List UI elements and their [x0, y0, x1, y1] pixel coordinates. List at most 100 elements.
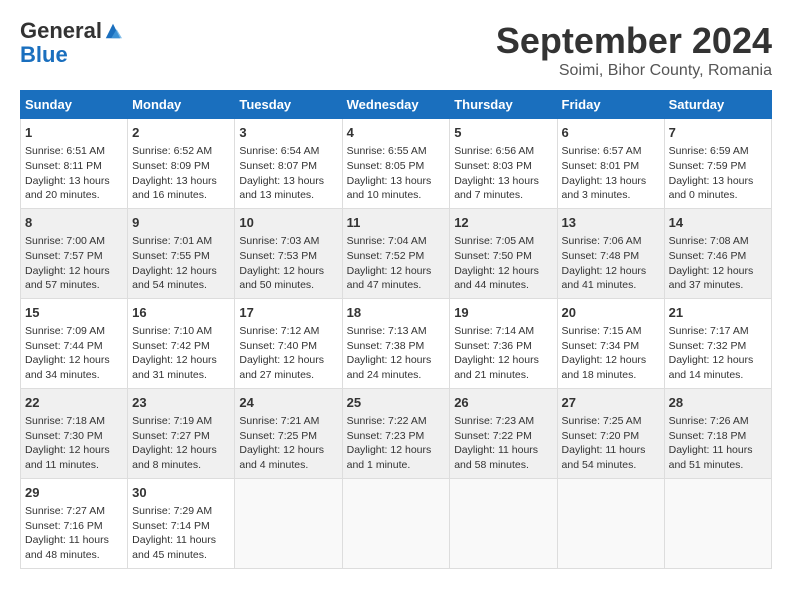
daylight-text: Daylight: 11 hours and 58 minutes.	[454, 444, 538, 471]
daylight-text: Daylight: 12 hours and 41 minutes.	[562, 265, 647, 292]
sunset-text: Sunset: 7:30 PM	[25, 430, 103, 442]
day-number: 13	[562, 214, 660, 232]
calendar-cell: 5Sunrise: 6:56 AMSunset: 8:03 PMDaylight…	[450, 119, 557, 209]
sunrise-text: Sunrise: 7:06 AM	[562, 235, 642, 247]
calendar-cell: 26 Sunrise: 7:23 AM Sunset: 7:22 PM Dayligh…	[450, 388, 557, 478]
calendar-cell	[557, 478, 664, 568]
daylight-text: Daylight: 12 hours and 54 minutes.	[132, 265, 217, 292]
calendar-cell: 22Sunrise: 7:18 AMSunset: 7:30 PMDayligh…	[21, 388, 128, 478]
calendar-cell: 20Sunrise: 7:15 AMSunset: 7:34 PMDayligh…	[557, 298, 664, 388]
calendar-cell: 8Sunrise: 7:00 AMSunset: 7:57 PMDaylight…	[21, 208, 128, 298]
day-number: 26	[454, 394, 552, 412]
day-number: 6	[562, 124, 660, 142]
calendar-cell	[664, 478, 771, 568]
day-number: 25	[347, 394, 446, 412]
sunrise-text: Sunrise: 7:23 AM	[454, 415, 534, 427]
daylight-text: Daylight: 13 hours and 20 minutes.	[25, 175, 110, 202]
sunrise-text: Sunrise: 6:57 AM	[562, 145, 642, 157]
calendar-cell	[235, 478, 342, 568]
calendar-cell: 15 Sunrise: 7:09 AM Sunset: 7:44 PM Dayligh…	[21, 298, 128, 388]
calendar-week-row: 22Sunrise: 7:18 AMSunset: 7:30 PMDayligh…	[21, 388, 772, 478]
sunset-text: Sunset: 7:22 PM	[454, 430, 532, 442]
sunset-text: Sunset: 7:16 PM	[25, 520, 103, 532]
calendar-cell: 11Sunrise: 7:04 AMSunset: 7:52 PMDayligh…	[342, 208, 450, 298]
daylight-text: Daylight: 13 hours and 10 minutes.	[347, 175, 432, 202]
sunrise-text: Sunrise: 6:55 AM	[347, 145, 427, 157]
sunrise-text: Sunrise: 7:15 AM	[562, 325, 642, 337]
sunset-text: Sunset: 7:44 PM	[25, 340, 103, 352]
daylight-text: Daylight: 12 hours and 37 minutes.	[669, 265, 754, 292]
sunset-text: Sunset: 7:23 PM	[347, 430, 425, 442]
calendar-cell: 21Sunrise: 7:17 AMSunset: 7:32 PMDayligh…	[664, 298, 771, 388]
logo: General Blue	[20, 20, 122, 68]
day-number: 1	[25, 124, 123, 142]
sunset-text: Sunset: 8:01 PM	[562, 160, 640, 172]
calendar-cell: 12 Sunrise: 7:05 AM Sunset: 7:50 PM Dayligh…	[450, 208, 557, 298]
day-number: 18	[347, 304, 446, 322]
daylight-text: Daylight: 12 hours and 34 minutes.	[25, 354, 110, 381]
day-number: 8	[25, 214, 123, 232]
day-number: 14	[669, 214, 767, 232]
sunrise-text: Sunrise: 6:51 AM	[25, 145, 105, 157]
day-number: 24	[239, 394, 337, 412]
sunrise-text: Sunrise: 7:05 AM	[454, 235, 534, 247]
day-number: 22	[25, 394, 123, 412]
sunset-text: Sunset: 7:48 PM	[562, 250, 640, 262]
sunset-text: Sunset: 7:36 PM	[454, 340, 532, 352]
calendar-cell: 27Sunrise: 7:25 AMSunset: 7:20 PMDayligh…	[557, 388, 664, 478]
calendar-cell: 18Sunrise: 7:13 AMSunset: 7:38 PMDayligh…	[342, 298, 450, 388]
sunset-text: Sunset: 7:38 PM	[347, 340, 425, 352]
header: General Blue September 2024 Soimi, Bihor…	[20, 20, 772, 80]
day-number: 2	[132, 124, 230, 142]
calendar-cell: 16Sunrise: 7:10 AMSunset: 7:42 PMDayligh…	[128, 298, 235, 388]
day-number: 15	[25, 304, 123, 322]
calendar-cell: 29Sunrise: 7:27 AMSunset: 7:16 PMDayligh…	[21, 478, 128, 568]
sunset-text: Sunset: 7:25 PM	[239, 430, 317, 442]
sunrise-text: Sunrise: 7:12 AM	[239, 325, 319, 337]
day-number: 17	[239, 304, 337, 322]
calendar-cell: 24Sunrise: 7:21 AMSunset: 7:25 PMDayligh…	[235, 388, 342, 478]
day-number: 29	[25, 484, 123, 502]
daylight-text: Daylight: 12 hours and 8 minutes.	[132, 444, 217, 471]
weekday-header-sunday: Sunday	[21, 91, 128, 119]
weekday-header-saturday: Saturday	[664, 91, 771, 119]
calendar-cell: 25Sunrise: 7:22 AMSunset: 7:23 PMDayligh…	[342, 388, 450, 478]
calendar-cell: 9Sunrise: 7:01 AMSunset: 7:55 PMDaylight…	[128, 208, 235, 298]
calendar-week-row: 8Sunrise: 7:00 AMSunset: 7:57 PMDaylight…	[21, 208, 772, 298]
sunrise-text: Sunrise: 7:09 AM	[25, 325, 105, 337]
sunrise-text: Sunrise: 7:22 AM	[347, 415, 427, 427]
sunset-text: Sunset: 7:27 PM	[132, 430, 210, 442]
calendar-week-row: 29 Sunrise: 7:27 AM Sunset: 7:16 PM Dayligh…	[21, 478, 772, 568]
calendar-cell: 13 Sunrise: 7:06 AM Sunset: 7:48 PM Dayligh…	[557, 208, 664, 298]
day-number: 21	[669, 304, 767, 322]
sunrise-text: Sunrise: 7:27 AM	[25, 505, 105, 517]
day-number: 9	[132, 214, 230, 232]
sunset-text: Sunset: 7:53 PM	[239, 250, 317, 262]
daylight-text: Daylight: 11 hours and 45 minutes.	[132, 534, 216, 561]
day-number: 28	[669, 394, 767, 412]
calendar-cell: 23Sunrise: 7:19 AMSunset: 7:27 PMDayligh…	[128, 388, 235, 478]
day-number: 19	[454, 304, 552, 322]
sunset-text: Sunset: 7:50 PM	[454, 250, 532, 262]
daylight-text: Daylight: 13 hours and 13 minutes.	[239, 175, 324, 202]
sunset-text: Sunset: 8:09 PM	[132, 160, 210, 172]
day-number: 3	[239, 124, 337, 142]
daylight-text: Daylight: 12 hours and 21 minutes.	[454, 354, 539, 381]
daylight-text: Daylight: 12 hours and 44 minutes.	[454, 265, 539, 292]
sunrise-text: Sunrise: 7:14 AM	[454, 325, 534, 337]
day-number: 12	[454, 214, 552, 232]
sunrise-text: Sunrise: 7:13 AM	[347, 325, 427, 337]
title-area: September 2024 Soimi, Bihor County, Roma…	[496, 20, 772, 80]
calendar-cell: 17Sunrise: 7:12 AMSunset: 7:40 PMDayligh…	[235, 298, 342, 388]
calendar-cell: 1Sunrise: 6:51 AMSunset: 8:11 PMDaylight…	[21, 119, 128, 209]
daylight-text: Daylight: 13 hours and 3 minutes.	[562, 175, 647, 202]
sunrise-text: Sunrise: 6:52 AM	[132, 145, 212, 157]
sunrise-text: Sunrise: 7:01 AM	[132, 235, 212, 247]
day-number: 30	[132, 484, 230, 502]
calendar-cell: 14Sunrise: 7:08 AMSunset: 7:46 PMDayligh…	[664, 208, 771, 298]
sunrise-text: Sunrise: 7:00 AM	[25, 235, 105, 247]
weekday-header-wednesday: Wednesday	[342, 91, 450, 119]
sunset-text: Sunset: 7:20 PM	[562, 430, 640, 442]
daylight-text: Daylight: 11 hours and 54 minutes.	[562, 444, 646, 471]
daylight-text: Daylight: 12 hours and 11 minutes.	[25, 444, 110, 471]
